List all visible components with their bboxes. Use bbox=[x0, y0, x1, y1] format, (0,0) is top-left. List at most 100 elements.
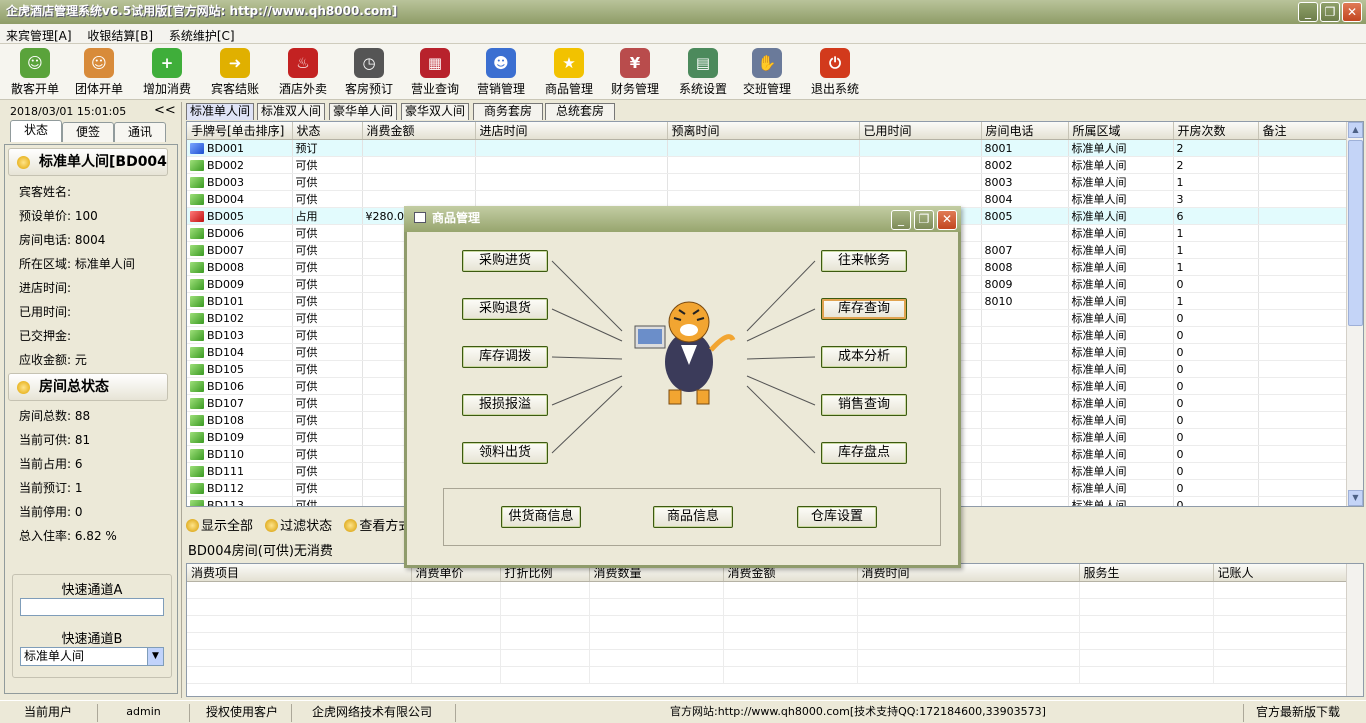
collapse-panel-button[interactable]: << bbox=[154, 103, 176, 118]
maximize-button[interactable]: ❐ bbox=[1320, 2, 1340, 22]
table-cell bbox=[667, 156, 860, 174]
toolbar-button-8[interactable]: ★ 商品管理 bbox=[538, 46, 600, 97]
toolbar-button-9[interactable]: ¥ 财务管理 bbox=[604, 46, 666, 97]
table-cell: 0 bbox=[1173, 377, 1259, 395]
checkout-icon: ➜ bbox=[220, 48, 250, 78]
sales-query-button[interactable]: 销售查询 bbox=[821, 394, 907, 416]
view-mode-button[interactable]: 查看方式 bbox=[344, 519, 411, 534]
flag-icon bbox=[190, 210, 204, 222]
table-cell bbox=[723, 598, 858, 616]
column-header[interactable]: 所属区域 bbox=[1068, 122, 1174, 140]
room-cell: BD104 bbox=[187, 343, 293, 361]
scroll-up-icon[interactable]: ▲ bbox=[1348, 122, 1363, 138]
toolbar-button-4[interactable]: ♨ 酒店外卖 bbox=[272, 46, 334, 97]
tab-standard-single[interactable]: 标准单人间 bbox=[186, 103, 255, 120]
quick-b-select[interactable]: 标准单人间 ▼ bbox=[20, 647, 164, 666]
flag-icon bbox=[190, 499, 204, 506]
stock-transfer-button[interactable]: 库存调拨 bbox=[462, 346, 548, 368]
table-cell bbox=[857, 615, 1080, 633]
show-all-button[interactable]: 显示全部 bbox=[186, 519, 253, 534]
room-number: BD109 bbox=[207, 430, 245, 444]
tab-deluxe-single[interactable]: 豪华单人间 bbox=[329, 103, 398, 120]
toolbar-button-6[interactable]: ▦ 营业查询 bbox=[404, 46, 466, 97]
quick-a-input[interactable] bbox=[20, 598, 164, 616]
column-header[interactable]: 开房次数 bbox=[1173, 122, 1259, 140]
room-cell: BD111 bbox=[187, 462, 293, 480]
tab-standard-double[interactable]: 标准双人间 bbox=[257, 103, 326, 120]
table-cell: 可供 bbox=[292, 411, 363, 429]
goods-info-button[interactable]: 商品信息 bbox=[653, 506, 733, 528]
table-row[interactable]: BD003 可供 8003 标准单人间 1 bbox=[187, 173, 1348, 191]
column-header[interactable]: 服务生 bbox=[1079, 564, 1214, 582]
supplier-info-button[interactable]: 供货商信息 bbox=[501, 506, 581, 528]
tab-business-suite[interactable]: 商务套房 bbox=[473, 103, 544, 120]
warehouse-settings-button[interactable]: 仓库设置 bbox=[797, 506, 877, 528]
tab-deluxe-double[interactable]: 豪华双人间 bbox=[401, 103, 470, 120]
toolbar-label: 商品管理 bbox=[544, 82, 593, 96]
scroll-down-icon[interactable]: ▼ bbox=[1348, 490, 1363, 506]
toolbar-label: 退出系统 bbox=[810, 82, 859, 96]
column-header[interactable]: 房间电话 bbox=[981, 122, 1069, 140]
download-link[interactable]: 官方最新版下载 bbox=[1250, 704, 1360, 722]
table-cell bbox=[857, 581, 1080, 599]
purchase-in-button[interactable]: 采购进货 bbox=[462, 250, 548, 272]
toolbar-button-3[interactable]: ➜ 宾客结账 bbox=[204, 46, 266, 97]
table-cell bbox=[411, 649, 501, 667]
table-row[interactable]: BD001 预订 8001 标准单人间 2 bbox=[187, 139, 1348, 157]
chevron-down-icon[interactable]: ▼ bbox=[147, 648, 163, 665]
material-issue-button[interactable]: 领料出货 bbox=[462, 442, 548, 464]
column-header[interactable]: 备注 bbox=[1258, 122, 1348, 140]
table-cell bbox=[362, 173, 476, 191]
close-button[interactable]: ✕ bbox=[1342, 2, 1362, 22]
tab-notes[interactable]: 便签 bbox=[62, 122, 114, 142]
table-cell bbox=[362, 156, 476, 174]
cost-analysis-button[interactable]: 成本分析 bbox=[821, 346, 907, 368]
column-header[interactable]: 已用时间 bbox=[859, 122, 982, 140]
table-cell bbox=[981, 445, 1069, 463]
consumption-scrollbar[interactable] bbox=[1346, 564, 1363, 696]
flag-icon bbox=[190, 159, 204, 171]
scroll-thumb[interactable] bbox=[1348, 140, 1363, 326]
toolbar-button-7[interactable]: ☻ 营销管理 bbox=[470, 46, 532, 97]
room-number: BD007 bbox=[207, 243, 245, 257]
toolbar-button-11[interactable]: ✋ 交班管理 bbox=[736, 46, 798, 97]
tab-contacts[interactable]: 通讯 bbox=[114, 122, 166, 142]
accounts-button[interactable]: 往来帐务 bbox=[821, 250, 907, 272]
tab-status[interactable]: 状态 bbox=[10, 120, 62, 142]
table-row bbox=[187, 581, 1348, 599]
room-number: BD107 bbox=[207, 396, 245, 410]
table-cell bbox=[723, 649, 858, 667]
plus-icon: + bbox=[152, 48, 182, 78]
toolbar-button-5[interactable]: ◷ 客房预订 bbox=[338, 46, 400, 97]
toolbar-button-12[interactable]: ⏻ 退出系统 bbox=[804, 46, 866, 97]
toolbar-button-0[interactable]: ☺ 散客开单 bbox=[4, 46, 66, 97]
stock-count-button[interactable]: 库存盘点 bbox=[821, 442, 907, 464]
toolbar-button-1[interactable]: ☺ 团体开单 bbox=[68, 46, 130, 97]
column-header[interactable]: 状态 bbox=[292, 122, 363, 140]
column-header[interactable]: 手牌号[单击排序] bbox=[187, 122, 293, 140]
title-bar: 企虎酒店管理系统v6.5试用版[官方网站: http://www.qh8000.… bbox=[0, 0, 1366, 24]
tab-presidential-suite[interactable]: 总统套房 bbox=[545, 103, 616, 120]
table-cell: 0 bbox=[1173, 479, 1259, 497]
column-header[interactable]: 消费项目 bbox=[187, 564, 412, 582]
column-header[interactable]: 记账人 bbox=[1213, 564, 1348, 582]
calendar-icon: ▦ bbox=[420, 48, 450, 78]
takeout-icon: ♨ bbox=[288, 48, 318, 78]
grid-scrollbar[interactable]: ▲ ▼ bbox=[1346, 122, 1363, 506]
filter-status-button[interactable]: 过滤状态 bbox=[265, 519, 332, 534]
table-cell bbox=[667, 190, 860, 208]
purchase-return-button[interactable]: 采购退货 bbox=[462, 298, 548, 320]
table-cell: 标准单人间 bbox=[1068, 207, 1174, 225]
stock-query-button[interactable]: 库存查询 bbox=[821, 298, 907, 320]
column-header[interactable]: 进店时间 bbox=[475, 122, 668, 140]
minimize-button[interactable]: _ bbox=[1298, 2, 1318, 22]
toolbar-button-10[interactable]: ▤ 系统设置 bbox=[672, 46, 734, 97]
table-row[interactable]: BD004 可供 8004 标准单人间 3 bbox=[187, 190, 1348, 208]
table-cell bbox=[981, 224, 1069, 242]
loss-overflow-button[interactable]: 报损报溢 bbox=[462, 394, 548, 416]
toolbar-button-2[interactable]: + 增加消费 bbox=[136, 46, 198, 97]
column-header[interactable]: 预离时间 bbox=[667, 122, 860, 140]
table-cell bbox=[411, 581, 501, 599]
table-row[interactable]: BD002 可供 8002 标准单人间 2 bbox=[187, 156, 1348, 174]
column-header[interactable]: 消费金额 bbox=[362, 122, 476, 140]
